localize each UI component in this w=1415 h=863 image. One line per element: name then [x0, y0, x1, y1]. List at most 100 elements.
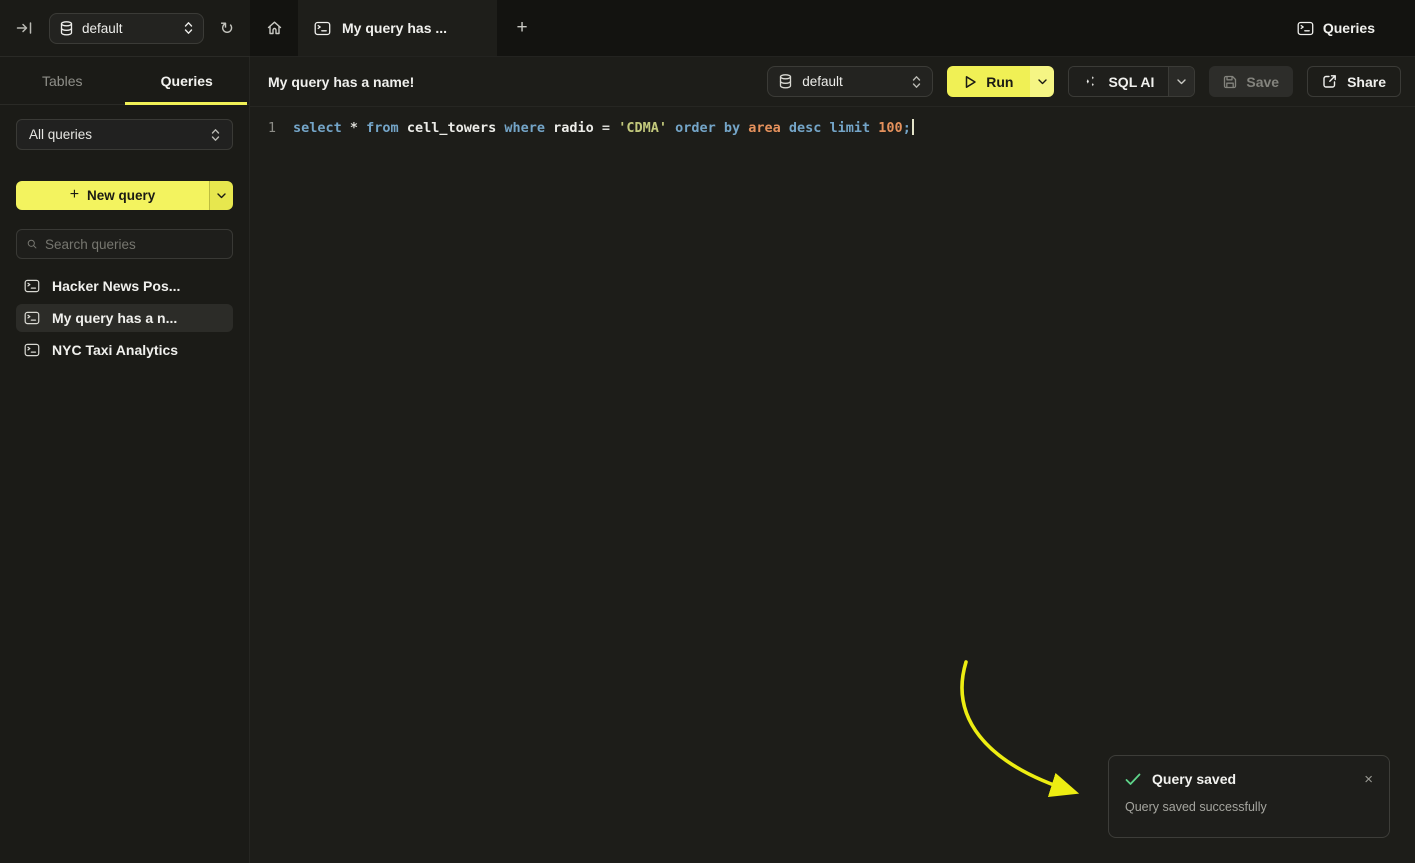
run-label: Run: [986, 74, 1013, 90]
sql-token: 100: [878, 120, 902, 136]
sidebar: Tables Queries All queries + New query: [0, 57, 250, 863]
chevron-updown-icon: [184, 21, 193, 35]
collapse-sidebar-icon: [16, 20, 33, 36]
query-list-item-selected[interactable]: My query has a n...: [16, 304, 233, 332]
sidebar-tab-queries[interactable]: Queries: [125, 57, 250, 104]
search-queries-input[interactable]: [45, 237, 222, 252]
line-number: 1: [250, 118, 276, 139]
toast-query-saved: Query saved × Query saved successfully: [1108, 755, 1390, 838]
chevron-down-icon: [1038, 79, 1047, 85]
tab-my-query[interactable]: My query has ...: [298, 0, 497, 56]
main-panel: My query has a name! default: [250, 57, 1415, 863]
database-icon: [60, 21, 73, 36]
query-list-item[interactable]: NYC Taxi Analytics: [16, 336, 233, 364]
text-cursor: [912, 119, 914, 135]
sql-ai-button[interactable]: SQL AI: [1069, 67, 1168, 96]
toast-title: Query saved: [1152, 771, 1236, 787]
chevron-down-icon: [1177, 79, 1186, 85]
query-icon: [24, 343, 40, 357]
collapse-sidebar-button[interactable]: [16, 20, 33, 36]
refresh-button[interactable]: ↻: [220, 20, 234, 37]
queries-indicator[interactable]: Queries: [1297, 0, 1415, 56]
query-item-label: Hacker News Pos...: [52, 278, 180, 294]
sql-code: select * from cell_towers where radio = …: [293, 118, 914, 139]
code-line-1: 1 select * from cell_towers where radio …: [250, 118, 1415, 139]
query-icon: [1297, 21, 1314, 36]
sql-ai-dropdown-button[interactable]: [1168, 67, 1194, 96]
sql-token: 'CDMA': [618, 120, 675, 136]
new-query-dropdown-button[interactable]: [209, 181, 233, 210]
toast-close-button[interactable]: ×: [1364, 772, 1373, 787]
tab-strip-spacer: [547, 0, 1297, 56]
queries-filter-select[interactable]: All queries: [16, 119, 233, 150]
sql-editor[interactable]: 1 select * from cell_towers where radio …: [250, 107, 1415, 863]
new-tab-button[interactable]: +: [497, 0, 547, 56]
query-item-label: NYC Taxi Analytics: [52, 342, 178, 358]
sql-ai-label: SQL AI: [1108, 74, 1154, 90]
sql-ai-split-button: SQL AI: [1068, 66, 1195, 97]
app-body: Tables Queries All queries + New query: [0, 57, 1415, 863]
new-query-label: New query: [87, 188, 155, 203]
sql-console-app: default ↻ M: [0, 0, 1415, 863]
top-bar: default ↻ M: [0, 0, 1415, 57]
toast-header: Query saved ×: [1125, 771, 1373, 787]
top-bar-left: default ↻: [0, 0, 250, 57]
sql-token: radio: [553, 120, 602, 136]
query-title: My query has a name!: [268, 74, 414, 90]
sql-token: *: [350, 120, 366, 136]
chevron-down-icon: [217, 193, 226, 199]
sql-token: desc limit: [789, 120, 878, 136]
sql-token: order by: [675, 120, 748, 136]
sidebar-tab-label: Tables: [42, 73, 82, 89]
new-query-split-button: + New query: [16, 181, 233, 210]
database-selector-value: default: [802, 74, 902, 89]
sidebar-tab-label: Queries: [161, 73, 213, 89]
sql-token: area: [748, 120, 789, 136]
home-button[interactable]: [250, 0, 298, 56]
plus-icon: +: [516, 17, 527, 39]
queries-indicator-label: Queries: [1323, 20, 1375, 36]
sidebar-content: All queries + New query: [0, 105, 249, 364]
sql-token: cell_towers: [407, 120, 505, 136]
database-selector[interactable]: default: [49, 13, 204, 44]
save-button[interactable]: Save: [1209, 66, 1293, 97]
run-dropdown-button[interactable]: [1030, 66, 1054, 97]
query-list: Hacker News Pos... My query has a n...: [16, 272, 233, 364]
chevron-updown-icon: [211, 128, 220, 142]
play-icon: [964, 75, 977, 89]
sidebar-tabs: Tables Queries: [0, 57, 249, 105]
sql-token: where: [504, 120, 553, 136]
query-controls: default Run: [767, 66, 1401, 97]
sql-token: =: [602, 120, 618, 136]
database-icon: [779, 74, 792, 89]
check-icon: [1125, 773, 1141, 786]
database-selector[interactable]: default: [767, 66, 933, 97]
search-icon: [27, 237, 37, 251]
refresh-icon: ↻: [220, 20, 234, 37]
share-icon: [1322, 74, 1337, 89]
query-item-label: My query has a n...: [52, 310, 177, 326]
home-icon: [266, 20, 283, 36]
close-icon: ×: [1364, 771, 1373, 788]
queries-filter-value: All queries: [29, 127, 211, 142]
run-split-button: Run: [947, 66, 1054, 97]
query-list-item[interactable]: Hacker News Pos...: [16, 272, 233, 300]
save-label: Save: [1246, 74, 1279, 90]
database-selector-value: default: [82, 21, 175, 36]
query-icon: [314, 21, 331, 36]
query-icon: [24, 279, 40, 293]
sql-token: from: [366, 120, 407, 136]
query-icon: [24, 311, 40, 325]
sparkles-icon: [1083, 74, 1098, 89]
new-query-button[interactable]: + New query: [16, 181, 209, 210]
tab-strip: My query has ... + Queries: [250, 0, 1415, 57]
tab-label: My query has ...: [342, 20, 447, 36]
share-button[interactable]: Share: [1307, 66, 1401, 97]
share-label: Share: [1347, 74, 1386, 90]
plus-icon: +: [70, 186, 79, 204]
sql-token: select: [293, 120, 350, 136]
run-button[interactable]: Run: [947, 66, 1030, 97]
chevron-updown-icon: [912, 75, 921, 89]
sidebar-tab-tables[interactable]: Tables: [0, 57, 125, 104]
save-icon: [1223, 75, 1237, 89]
